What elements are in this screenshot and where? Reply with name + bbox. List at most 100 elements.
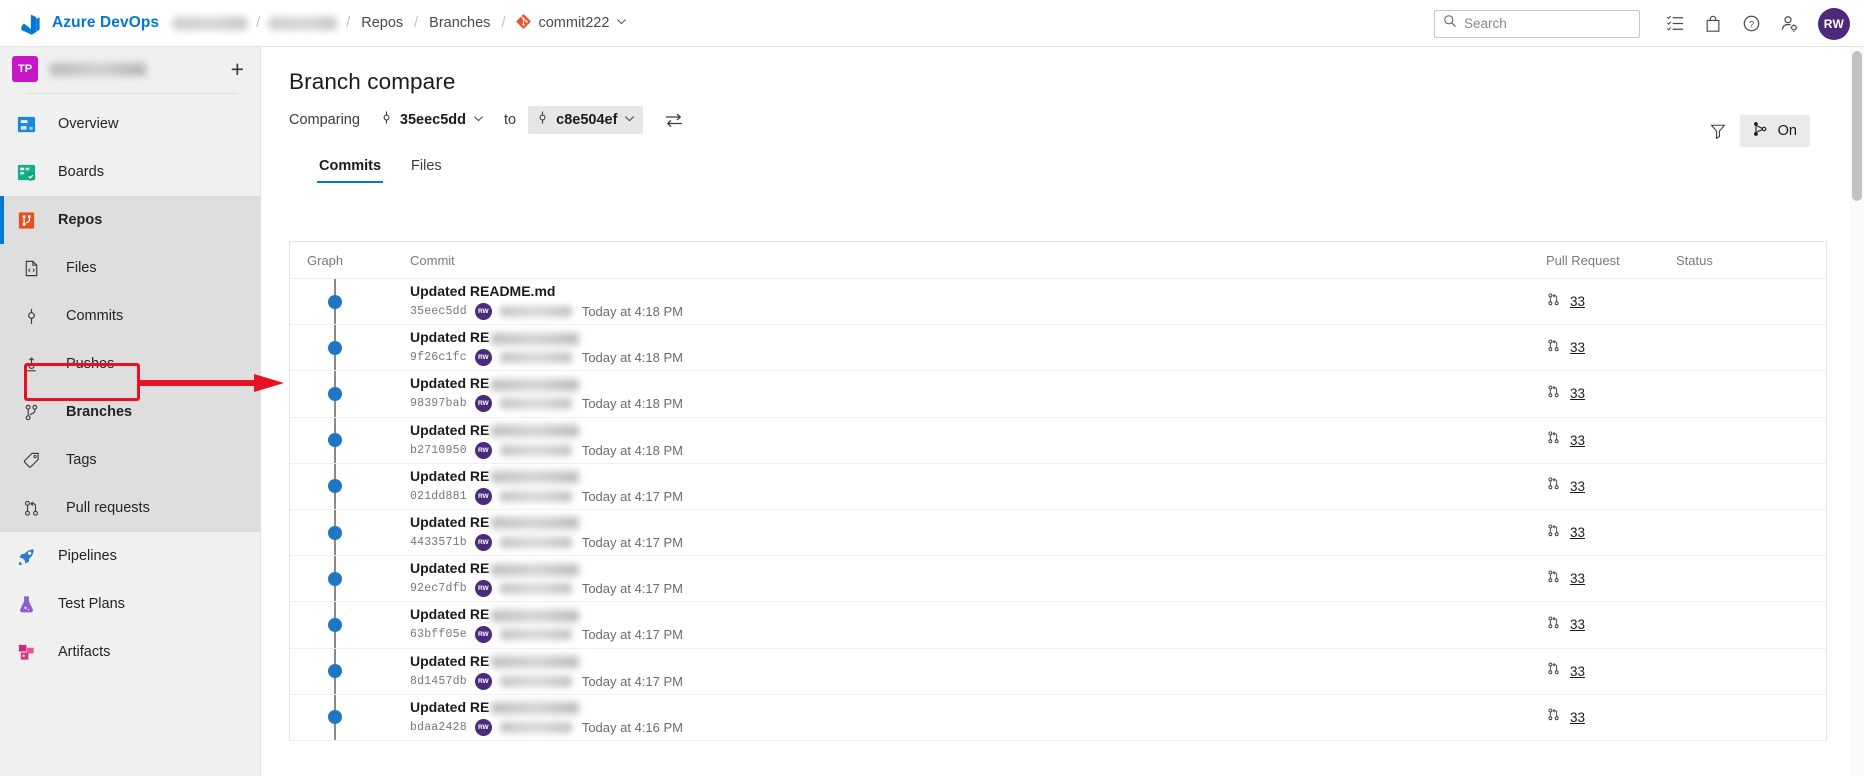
table-row[interactable]: Updated RE 021dd881 RW Today at 4:17 PM 33 (290, 463, 1826, 510)
sidebar-item-artifacts[interactable]: Artifacts (0, 628, 260, 676)
pull-request-icon (1546, 476, 1561, 496)
sidebar-item-files[interactable]: Files (0, 244, 260, 292)
commit-title[interactable]: Updated RE (410, 468, 1546, 484)
sidebar-item-test-plans[interactable]: Test Plans (0, 580, 260, 628)
commit-hash[interactable]: bdaa2428 (410, 721, 467, 734)
git-repository-icon (516, 13, 532, 33)
commit-hash[interactable]: 4433571b (410, 536, 467, 549)
breadcrumb-organization[interactable] (173, 16, 248, 30)
table-row[interactable]: Updated RE 9f26c1fc RW Today at 4:18 PM 33 (290, 325, 1826, 372)
pull-request-link[interactable]: 33 (1570, 710, 1585, 725)
user-settings-icon[interactable] (1770, 0, 1808, 47)
column-header-status: Status (1676, 252, 1713, 268)
commit-meta: 35eec5dd RW Today at 4:18 PM (410, 303, 1546, 321)
marketplace-bag-icon[interactable] (1694, 0, 1732, 47)
graph-toggle-button[interactable]: On (1739, 115, 1810, 147)
author-name (499, 490, 572, 502)
commit-title[interactable]: Updated RE (410, 329, 1546, 345)
add-new-button[interactable]: + (231, 57, 250, 81)
page-header: Branch compare Comparing 35eec5dd to c8e… (261, 47, 1864, 183)
pull-request-icon (1546, 384, 1561, 404)
chevron-down-icon (616, 15, 627, 31)
sidebar-item-tags[interactable]: Tags (0, 436, 260, 484)
sidebar-item-overview[interactable]: Overview (0, 100, 260, 148)
sidebar-item-boards[interactable]: Boards (0, 148, 260, 196)
help-question-icon[interactable]: ? (1732, 0, 1770, 47)
table-row[interactable]: Updated RE b2710950 RW Today at 4:18 PM 33 (290, 417, 1826, 464)
commit-title[interactable]: Updated RE (410, 560, 1546, 576)
table-row[interactable]: Updated README.md 35eec5dd RW Today at 4:18… (290, 279, 1826, 326)
breadcrumb: / / Repos / Branches / commit222 (173, 11, 629, 36)
commit-hash[interactable]: b2710950 (410, 444, 467, 457)
table-row[interactable]: Updated RE bdaa2428 RW Today at 4:16 PM 33 (290, 694, 1826, 741)
pull-request-link[interactable]: 33 (1570, 617, 1585, 632)
author-avatar: RW (474, 303, 492, 321)
pull-request-link[interactable]: 33 (1570, 664, 1585, 679)
author-avatar: RW (474, 672, 492, 690)
work-items-icon[interactable] (1656, 0, 1694, 47)
brand-name[interactable]: Azure DevOps (52, 14, 159, 32)
breadcrumb-branches[interactable]: Branches (427, 12, 492, 34)
search-input[interactable]: Search (1434, 9, 1640, 38)
pull-request-link[interactable]: 33 (1570, 525, 1585, 540)
commit-hash[interactable]: 98397bab (410, 397, 467, 410)
table-row[interactable]: Updated RE 63bff05e RW Today at 4:17 PM 33 (290, 602, 1826, 649)
table-row[interactable]: Updated RE 92ec7dfb RW Today at 4:17 PM 33 (290, 556, 1826, 603)
graph-commit-dot (328, 525, 342, 540)
filter-button[interactable] (1702, 115, 1734, 147)
commit-hash[interactable]: 8d1457db (410, 675, 467, 688)
commit-title[interactable]: Updated README.md (410, 283, 1546, 299)
author-avatar: RW (474, 441, 492, 459)
table-row[interactable]: Updated RE 8d1457db RW Today at 4:17 PM 33 (290, 648, 1826, 695)
sidebar-item-repos[interactable]: Repos (0, 196, 260, 244)
right-arrow-annotation-icon (138, 372, 286, 399)
tab-list: Commits Files (317, 152, 1864, 183)
author-name (499, 583, 572, 595)
project-header[interactable]: TP + (0, 47, 260, 91)
tab-files[interactable]: Files (409, 152, 444, 183)
commit-title[interactable]: Updated RE (410, 606, 1546, 622)
commit-graph-cell (290, 648, 394, 694)
pull-request-link[interactable]: 33 (1570, 479, 1585, 494)
azure-devops-logo-icon[interactable] (17, 10, 43, 36)
target-ref-selector[interactable]: c8e504ef (528, 106, 644, 134)
commit-cell: Updated RE 98397bab RW Today at 4:18 PM (394, 375, 1546, 413)
commit-meta: 92ec7dfb RW Today at 4:17 PM (410, 580, 1546, 598)
sidebar-item-commits[interactable]: Commits (0, 292, 260, 340)
author-name (499, 352, 572, 364)
header-toolbar: On (1702, 115, 1810, 147)
author-avatar: RW (474, 349, 492, 367)
sidebar-item-pipelines[interactable]: Pipelines (0, 532, 260, 580)
breadcrumb-project[interactable] (269, 16, 338, 30)
source-ref-selector[interactable]: 35eec5dd (372, 106, 492, 134)
vertical-scrollbar[interactable] (1850, 47, 1864, 776)
commit-hash[interactable]: 9f26c1fc (410, 351, 467, 364)
table-row[interactable]: Updated RE 98397bab RW Today at 4:18 PM 33 (290, 371, 1826, 418)
pull-request-link[interactable]: 33 (1570, 386, 1585, 401)
sidebar-item-pull-requests[interactable]: Pull requests (0, 484, 260, 532)
commit-title[interactable]: Updated RE (410, 514, 1546, 530)
table-row[interactable]: Updated RE 4433571b RW Today at 4:17 PM 33 (290, 509, 1826, 557)
commit-title[interactable]: Updated RE (410, 653, 1546, 669)
tab-commits[interactable]: Commits (317, 152, 384, 183)
breadcrumb-repos[interactable]: Repos (359, 12, 405, 34)
commit-title[interactable]: Updated RE (410, 375, 1546, 391)
swap-refs-button[interactable] (661, 107, 687, 133)
pull-request-link[interactable]: 33 (1570, 294, 1585, 309)
commit-title[interactable]: Updated RE (410, 699, 1546, 715)
commit-hash[interactable]: 021dd881 (410, 490, 467, 503)
pull-request-link[interactable]: 33 (1570, 571, 1585, 586)
commit-meta: bdaa2428 RW Today at 4:16 PM (410, 718, 1546, 736)
pull-request-link[interactable]: 33 (1570, 433, 1585, 448)
commit-hash[interactable]: 92ec7dfb (410, 582, 467, 595)
commit-hash[interactable]: 63bff05e (410, 628, 467, 641)
pull-request-link[interactable]: 33 (1570, 340, 1585, 355)
commit-graph-cell (290, 602, 394, 648)
commit-hash[interactable]: 35eec5dd (410, 305, 467, 318)
commit-title[interactable]: Updated RE (410, 422, 1546, 438)
scrollbar-thumb[interactable] (1852, 51, 1862, 201)
breadcrumb-repo-selector[interactable]: commit222 (514, 11, 629, 36)
author-name (499, 398, 572, 410)
avatar[interactable]: RW (1818, 7, 1850, 40)
sidebar-item-label: Pushes (66, 356, 115, 372)
